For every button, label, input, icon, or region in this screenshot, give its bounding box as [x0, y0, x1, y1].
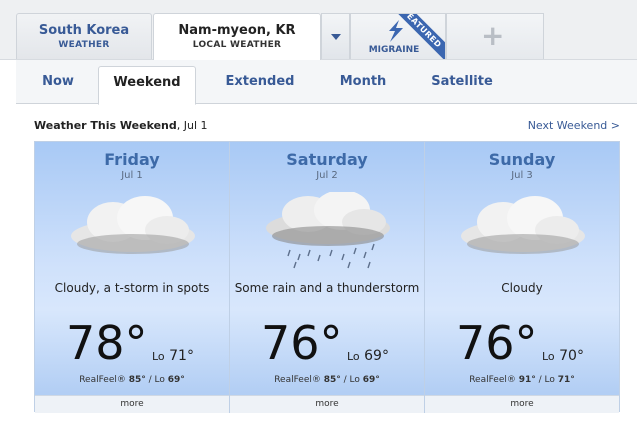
tab-month[interactable]: Month	[328, 66, 398, 104]
day-low-temp: 69°	[364, 348, 389, 364]
cloudy-icon	[71, 196, 195, 254]
plus-icon: +	[481, 19, 505, 52]
current-location-name: Nam-myeon, KR	[178, 23, 296, 38]
day-low: Lo 69°	[347, 348, 389, 364]
day-name: Friday	[104, 150, 160, 169]
day-condition: Some rain and a thunderstorm	[234, 281, 420, 295]
realfeel-low: 69°	[362, 375, 380, 385]
more-link[interactable]: more	[35, 395, 229, 413]
day-low-temp: 71°	[169, 348, 194, 364]
day-name: Saturday	[286, 150, 368, 169]
lightning-bolt-icon	[389, 20, 403, 42]
more-link[interactable]: more	[425, 395, 619, 413]
day-low: Lo 70°	[542, 348, 584, 364]
day-condition: Cloudy	[501, 281, 543, 295]
realfeel-separator: / Lo	[535, 375, 558, 385]
current-location-tab[interactable]: Nam-myeon, KR LOCAL WEATHER	[153, 13, 321, 60]
tab-now[interactable]: Now	[26, 66, 90, 104]
day-name: Sunday	[488, 150, 556, 169]
tab-extended[interactable]: Extended	[212, 66, 308, 104]
day-low-temp: 70°	[559, 348, 584, 364]
section-heading: Weather This Weekend, Jul 1	[34, 119, 208, 132]
realfeel-label: RealFeel®	[469, 375, 516, 385]
location-bar: South Korea WEATHER Nam-myeon, KR LOCAL …	[0, 0, 637, 60]
realfeel-low: 71°	[557, 375, 575, 385]
realfeel-high: 85°	[128, 375, 146, 385]
day-low: Lo 71°	[152, 348, 194, 364]
day-condition: Cloudy, a t-storm in spots	[54, 281, 210, 295]
location-dropdown-button[interactable]	[321, 13, 350, 59]
migraine-label: MIGRAINE	[368, 45, 420, 55]
day-high-temp: 78°	[66, 316, 148, 370]
day-high-temp: 76°	[261, 316, 343, 370]
country-sub: WEATHER	[58, 40, 110, 50]
realfeel: RealFeel® 85° / Lo 69°	[230, 375, 424, 385]
current-location-sub: LOCAL WEATHER	[192, 40, 282, 50]
section-title: Weather This Weekend	[34, 119, 177, 132]
day-date: Jul 3	[511, 170, 533, 181]
realfeel: RealFeel® 85° / Lo 69°	[35, 375, 229, 385]
day-high-temp: 76°	[456, 316, 538, 370]
more-link[interactable]: more	[230, 395, 424, 413]
day-date: Jul 1	[121, 170, 143, 181]
lo-label: Lo	[152, 350, 165, 363]
next-weekend-link[interactable]: Next Weekend >	[528, 119, 620, 132]
realfeel-high: 91°	[518, 375, 536, 385]
country-name: South Korea	[38, 23, 130, 38]
lo-label: Lo	[347, 350, 360, 363]
migraine-tab[interactable]: FEATURED MIGRAINE	[350, 13, 446, 59]
realfeel: RealFeel® 91° / Lo 71°	[425, 375, 619, 385]
realfeel-separator: / Lo	[340, 375, 363, 385]
tab-weekend[interactable]: Weekend	[98, 66, 196, 105]
realfeel-label: RealFeel®	[79, 375, 126, 385]
chevron-down-icon	[331, 34, 341, 40]
section-date: , Jul 1	[176, 119, 208, 132]
weekend-forecast: Friday Jul 1 Cloudy, a t-storm in spots …	[34, 141, 620, 413]
day-date: Jul 2	[316, 170, 338, 181]
forecast-tabs: Now Weekend Extended Month Satellite	[16, 60, 637, 105]
realfeel-low: 69°	[167, 375, 185, 385]
country-weather-tab[interactable]: South Korea WEATHER	[16, 13, 152, 59]
cloudy-icon	[461, 196, 585, 254]
day-card-sunday[interactable]: Sunday Jul 3 Cloudy 76° Lo 70° RealFeel®…	[425, 142, 619, 413]
lo-label: Lo	[542, 350, 555, 363]
realfeel-separator: / Lo	[145, 375, 168, 385]
add-location-button[interactable]: +	[446, 13, 544, 59]
realfeel-label: RealFeel®	[274, 375, 321, 385]
realfeel-high: 85°	[323, 375, 341, 385]
day-card-friday[interactable]: Friday Jul 1 Cloudy, a t-storm in spots …	[35, 142, 230, 413]
tab-satellite[interactable]: Satellite	[420, 66, 504, 104]
rain-cloud-icon	[266, 192, 390, 269]
day-card-saturday[interactable]: Saturday Jul 2 Some rain and a thunderst…	[230, 142, 425, 413]
